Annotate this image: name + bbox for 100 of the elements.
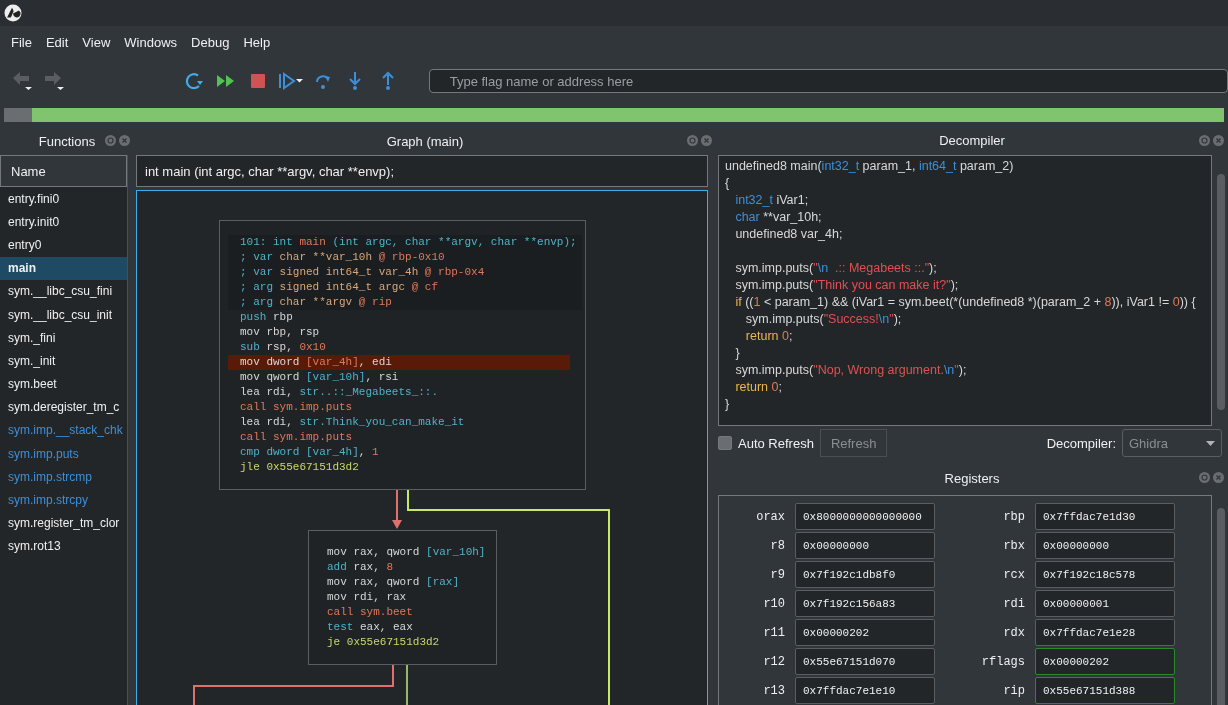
register-value[interactable]: 0x7ffdac7e1e28: [1035, 619, 1175, 646]
register-name: rcx: [1002, 567, 1025, 582]
code-line: sym.imp.puts("Nop, Wrong argument.\n");: [734, 361, 968, 379]
function-item[interactable]: sym.imp.strcmp: [0, 465, 127, 489]
register-value[interactable]: 0x8000000000000000: [795, 503, 935, 530]
register-value[interactable]: 0x7f192c18c578: [1035, 561, 1175, 588]
code-line: mov rdi, rax: [326, 590, 408, 605]
function-item[interactable]: main: [0, 256, 127, 280]
register-value[interactable]: 0x7f192c156a83: [795, 590, 935, 617]
function-item[interactable]: sym.register_tm_clor: [0, 511, 127, 535]
code-line: ; var signed int64_t var_4h @ rbp-0x4: [239, 265, 486, 280]
code-line: sym.imp.puts("\n .:: Megabeets ::.");: [734, 259, 938, 277]
close-icon[interactable]: [119, 135, 130, 146]
stop-icon: [251, 74, 266, 88]
register-name: r13: [762, 683, 785, 698]
code-line: undefined8 var_4h;: [734, 225, 844, 243]
close-icon[interactable]: [1213, 135, 1224, 146]
register-value[interactable]: 0x00000000: [1035, 532, 1175, 559]
register-value[interactable]: 0x55e67151d388: [1035, 677, 1175, 704]
down-arrow-icon: [348, 71, 363, 91]
close-icon[interactable]: [701, 135, 712, 146]
menu-item[interactable]: Help: [236, 34, 278, 50]
panel-title: Registers: [944, 470, 1000, 486]
code-line: sym.imp.puts("Success!\n");: [744, 310, 903, 328]
register-value[interactable]: 0x00000001: [1035, 590, 1175, 617]
scrollbar[interactable]: [1217, 173, 1225, 410]
code-block[interactable]: mov rax, qword [var_10h] add rax, 8 mov rax, qword [rax] mov rdi, rax call sym.beet test eax, eax je 0x55e67151d3d2: [308, 530, 497, 665]
register-name: r8: [769, 538, 785, 553]
function-item[interactable]: sym.beet: [0, 372, 127, 396]
register-value[interactable]: 0x00000202: [795, 619, 935, 646]
menu-item[interactable]: View: [75, 34, 118, 50]
register-value[interactable]: 0x7f192c1db8f0: [795, 561, 935, 588]
register-name: orax: [755, 509, 785, 524]
search-field[interactable]: Type flag name or address here: [428, 69, 1228, 93]
code-line: je 0x55e67151d3d2: [326, 635, 441, 650]
function-item[interactable]: sym.deregister_tm_c: [0, 395, 127, 419]
caret-icon: [1206, 440, 1215, 446]
code-line: mov rax, qword [var_10h]: [326, 545, 487, 560]
scrollbar[interactable]: [1217, 508, 1225, 705]
code-line: ; var char **var_10h @ rbp-0x10: [239, 250, 446, 265]
float-icon[interactable]: [1199, 135, 1210, 146]
register-value[interactable]: 0x00000202: [1035, 648, 1175, 675]
function-item[interactable]: sym.imp.strcpy: [0, 488, 127, 512]
function-item[interactable]: sym.imp.puts: [0, 442, 127, 466]
menu-item[interactable]: Debug: [184, 34, 237, 50]
field-label: Decompiler:: [1046, 435, 1116, 451]
code-line: call sym.beet: [326, 605, 414, 620]
code-line: jle 0x55e67151d3d2: [239, 460, 360, 475]
checkbox[interactable]: [718, 436, 732, 451]
menu-item[interactable]: File: [4, 34, 39, 50]
code-line: ; arg char **argv @ rip: [239, 295, 393, 310]
register-name: r9: [769, 567, 785, 582]
float-icon[interactable]: [105, 135, 116, 146]
function-item[interactable]: entry0: [0, 233, 127, 257]
register-value[interactable]: 0x00000000: [795, 532, 935, 559]
code-line: }: [725, 395, 731, 413]
code-line: mov rbp, rsp: [239, 325, 321, 340]
function-item[interactable]: sym.__libc_csu_init: [0, 302, 127, 327]
function-item[interactable]: sym.__libc_csu_fini: [0, 279, 127, 303]
code-line: lea rdi, str..::_Megabeets_::.: [239, 385, 440, 400]
code-block[interactable]: [219, 220, 586, 490]
signature-field: int main (int argc, char **argv, char **envp);: [136, 155, 708, 187]
function-item[interactable]: sym._init: [0, 349, 127, 373]
function-item[interactable]: sym._fini: [0, 326, 127, 350]
code-line: call sym.imp.puts: [239, 400, 354, 415]
register-name: rdx: [1002, 625, 1025, 640]
panel-title: Functions: [38, 133, 96, 149]
code-line: ; arg signed int64_t argc @ cf: [239, 280, 440, 295]
register-name: r11: [762, 625, 785, 640]
register-name: rflags: [980, 654, 1025, 669]
function-item[interactable]: sym.rot13: [0, 534, 127, 558]
code-line: if ((1 < param_1) && (iVar1 = sym.beet(*(undefined8 *)(param_2 + 8)), iVar1 != 0)) {: [734, 293, 1197, 311]
code-line: mov qword [var_10h], rsi: [239, 370, 400, 385]
code-line: push rbp: [239, 310, 294, 325]
address-bar[interactable]: [4, 108, 1224, 122]
up-arrow-icon: [380, 71, 395, 91]
menu-item[interactable]: Edit: [38, 34, 76, 50]
register-name: rbx: [1002, 538, 1025, 553]
step-over-icon: [313, 72, 332, 90]
float-icon[interactable]: [687, 135, 698, 146]
checkbox-label: Auto Refresh: [738, 435, 814, 451]
column-header[interactable]: Name: [0, 155, 127, 187]
code-line: undefined8 main(int32_t param_1, int64_t param_2): [725, 157, 1015, 175]
function-item[interactable]: sym.imp.__stack_chk: [0, 418, 127, 443]
code-line: mov rax, qword [rax]: [326, 575, 461, 590]
register-name: rip: [1002, 683, 1025, 698]
close-icon[interactable]: [1213, 472, 1224, 484]
function-item[interactable]: entry.init0: [0, 210, 127, 234]
code-line: int32_t iVar1;: [734, 191, 810, 209]
register-value[interactable]: 0x55e67151d070: [795, 648, 935, 675]
register-value[interactable]: 0x7ffdac7e1e10: [795, 677, 935, 704]
float-icon[interactable]: [1199, 472, 1210, 484]
register-name: rbp: [1002, 509, 1025, 524]
code-line: lea rdi, str.Think_you_can_make_it: [239, 415, 466, 430]
register-value[interactable]: 0x7ffdac7e1d30: [1035, 503, 1175, 530]
menu-item[interactable]: Windows: [117, 34, 185, 50]
panel-title: Decompiler: [939, 133, 1005, 149]
function-item[interactable]: entry.fini0: [0, 187, 127, 211]
code-line: sub rsp, 0x10: [239, 340, 327, 355]
step-play-icon: [277, 71, 304, 91]
